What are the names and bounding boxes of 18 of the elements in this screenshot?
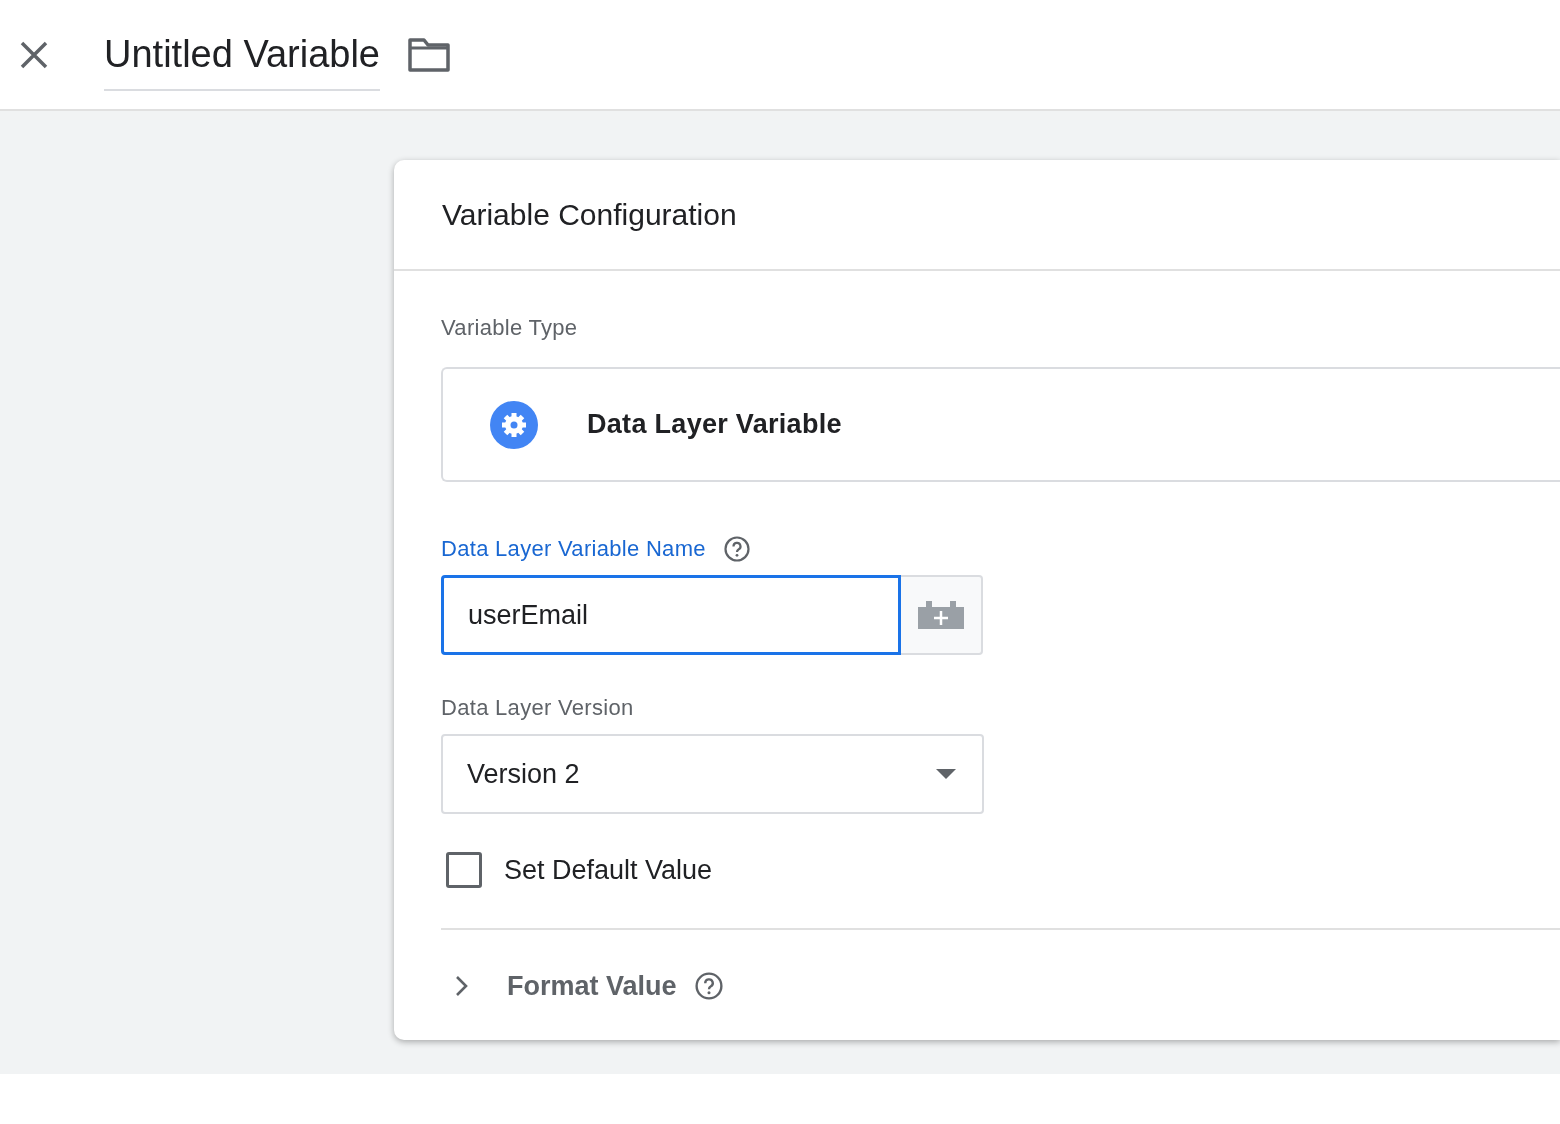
caret-icon [936,769,956,779]
checkbox[interactable] [446,852,482,889]
folder-icon[interactable] [408,37,450,72]
version-dropdown[interactable]: Version 2 [441,734,984,814]
block-plus-icon [918,601,964,629]
checkbox-label: Set Default Value [504,854,713,887]
card-title: Variable Configuration [442,197,737,233]
variable-title[interactable]: Untitled Variable [104,26,380,91]
chevron-icon [455,974,469,997]
gear-icon [489,399,539,450]
help-icon[interactable] [723,535,750,562]
format-value-toggle[interactable]: Format Value [441,965,677,1006]
field-label: Data Layer Version [441,695,634,720]
variable-type-selector[interactable]: Data Layer Variable [441,367,1560,482]
help-icon[interactable] [694,971,723,1000]
field-label: Variable Type [441,315,578,340]
input-field[interactable]: userEmail [441,575,901,655]
field-label: Data Layer Variable Name [441,535,706,563]
